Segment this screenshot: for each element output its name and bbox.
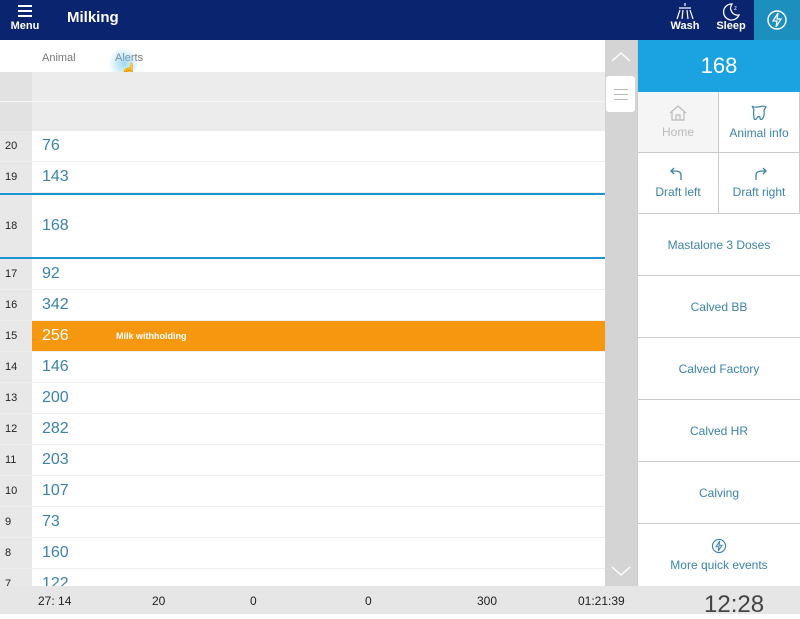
stall-position: 13 — [0, 383, 32, 413]
animal-number: 146 — [42, 358, 69, 375]
alert-text: Milk withholding — [116, 331, 187, 341]
animal-row[interactable]: 13 200 — [0, 383, 605, 414]
event-button-calved-factory[interactable]: Calved Factory — [638, 338, 800, 400]
scroll-up-button[interactable] — [605, 42, 637, 72]
animal-number: 107 — [42, 482, 69, 499]
quick-events-icon — [767, 10, 787, 30]
wash-button[interactable]: Wash — [665, 0, 705, 40]
footer-value-3: 300 — [477, 594, 498, 608]
quick-events-icon — [711, 538, 727, 554]
stall-position: 8 — [0, 538, 32, 568]
hamburger-icon — [18, 5, 32, 17]
animal-row[interactable]: 20 76 — [0, 131, 605, 162]
side-panel: 168 Home Animal info Draft left Draft ri… — [637, 40, 800, 586]
animal-row[interactable]: 9 73 — [0, 507, 605, 538]
animal-number: 160 — [42, 544, 69, 561]
animal-row[interactable]: 19 143 — [0, 162, 605, 193]
animal-number: 168 — [42, 217, 69, 234]
event-button-mastalone[interactable]: Mastalone 3 Doses — [638, 214, 800, 276]
elapsed-time: 27: 14 — [38, 594, 72, 608]
animal-row[interactable]: 8 160 — [0, 538, 605, 569]
home-icon — [669, 105, 687, 121]
more-quick-events-label: More quick events — [670, 558, 768, 572]
more-quick-events-button[interactable]: More quick events — [638, 524, 800, 586]
scroll-down-button[interactable] — [605, 556, 637, 586]
draft-right-label: Draft right — [732, 185, 786, 199]
animal-number: 122 — [42, 575, 69, 586]
quick-events-button[interactable] — [754, 0, 800, 40]
chevron-up-icon — [611, 52, 631, 62]
scrollbar[interactable] — [605, 40, 637, 586]
draft-left-button[interactable]: Draft left — [638, 153, 719, 214]
stall-position: 12 — [0, 414, 32, 444]
stall-position: 11 — [0, 445, 32, 475]
stall-position: 15 — [0, 321, 32, 351]
sleep-label: Sleep — [716, 20, 746, 32]
animal-number: 282 — [42, 420, 69, 437]
sleep-button[interactable]: z Sleep — [711, 0, 751, 40]
arrow-left-curve-icon — [670, 167, 682, 180]
animal-row[interactable]: 11 203 — [0, 445, 605, 476]
animal-number: 203 — [42, 451, 69, 468]
animal-number: 143 — [42, 168, 69, 185]
animal-row[interactable]: 15 256 Milk withholding — [0, 321, 605, 352]
shower-icon — [676, 3, 694, 20]
session-duration: 01:21:39 — [578, 594, 625, 608]
animal-row[interactable]: 12 282 — [0, 414, 605, 445]
menu-label: Menu — [10, 20, 40, 32]
arrow-right-curve-icon — [755, 167, 767, 180]
stall-position: 10 — [0, 476, 32, 506]
stall-position: 14 — [0, 352, 32, 382]
stall-position: 18 — [0, 195, 32, 257]
page-title: Milking — [67, 9, 119, 26]
home-button[interactable]: Home — [638, 92, 719, 153]
draft-right-button[interactable]: Draft right — [719, 153, 800, 214]
stall-position: 17 — [0, 259, 32, 289]
stall-position: 20 — [0, 131, 32, 161]
animal-row[interactable]: 7 122 — [0, 569, 605, 586]
menu-button[interactable]: Menu — [6, 2, 44, 38]
animal-list: 20 76 19 143 18 168 17 92 16 342 15 256 Milk withhol… — [0, 131, 605, 586]
animal-number: 342 — [42, 296, 69, 313]
empty-row — [0, 72, 605, 101]
status-footer: 27: 14 20 0 0 300 01:21:39 12:28 — [0, 586, 800, 618]
draft-left-label: Draft left — [655, 185, 701, 199]
animal-number: 92 — [42, 265, 60, 282]
cow-icon — [751, 105, 767, 121]
animal-row[interactable]: 18 168 — [0, 193, 605, 259]
animal-row[interactable]: 14 146 — [0, 352, 605, 383]
wash-label: Wash — [670, 20, 700, 32]
animal-info-label: Animal info — [729, 126, 789, 140]
column-header: Animal Alerts — [0, 40, 605, 72]
column-animal[interactable]: Animal — [42, 52, 76, 64]
stall-position: 19 — [0, 162, 32, 192]
stall-position: 7 — [0, 569, 32, 586]
event-button-calved-bb[interactable]: Calved BB — [638, 276, 800, 338]
animal-number: 76 — [42, 137, 60, 154]
animal-number: 256 — [42, 327, 69, 344]
footer-value-1: 0 — [250, 594, 257, 608]
moon-icon: z — [723, 3, 741, 21]
empty-row — [0, 101, 605, 131]
home-label: Home — [661, 125, 694, 139]
event-button-calving[interactable]: Calving — [638, 462, 800, 524]
selected-animal: 168 — [638, 40, 800, 92]
stall-count: 20 — [152, 594, 166, 608]
animal-info-button[interactable]: Animal info — [719, 92, 800, 153]
animal-row[interactable]: 16 342 — [0, 290, 605, 321]
event-button-calved-hr[interactable]: Calved HR — [638, 400, 800, 462]
stall-position: 9 — [0, 507, 32, 537]
svg-text:z: z — [734, 6, 737, 12]
animal-row[interactable]: 17 92 — [0, 259, 605, 290]
scroll-thumb[interactable] — [606, 76, 635, 112]
animal-number: 73 — [42, 513, 60, 530]
animal-number: 200 — [42, 389, 69, 406]
chevron-down-icon — [611, 566, 631, 576]
footer-value-2: 0 — [365, 594, 372, 608]
top-bar: Menu Milking Wash z Sleep — [0, 0, 800, 40]
clock: 12:28 — [704, 591, 765, 618]
animal-row[interactable]: 10 107 — [0, 476, 605, 507]
stall-position: 16 — [0, 290, 32, 320]
